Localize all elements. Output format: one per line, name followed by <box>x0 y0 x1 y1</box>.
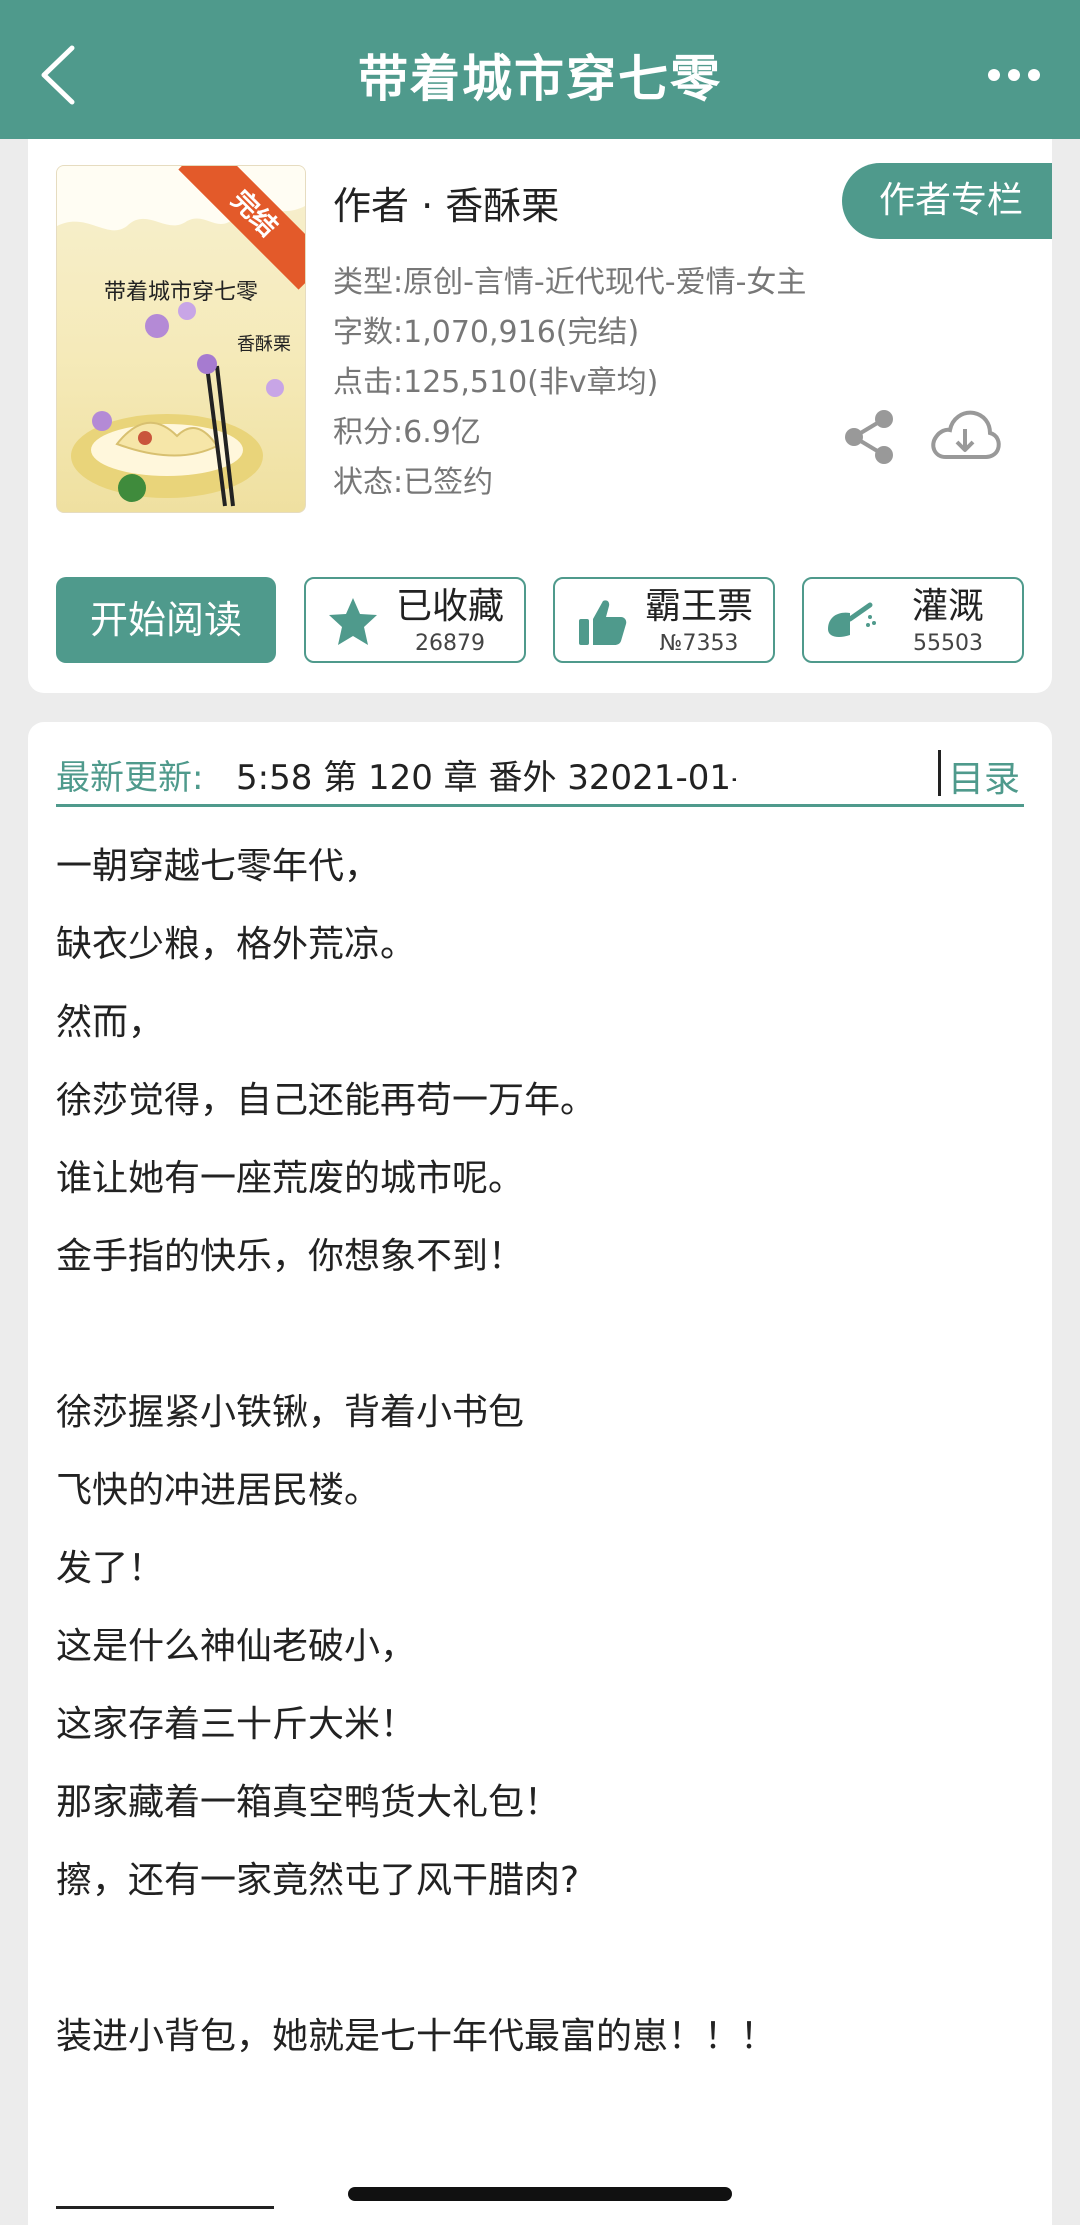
synopsis-card: 最新更新: 5:58 第 120 章 番外 32021-01-04 12 目录 … <box>28 722 1052 2225</box>
meta-word-count: 字数:1,070,916(完结) <box>333 315 640 350</box>
top-nav-bar: 带着城市穿七零 <box>0 0 1080 139</box>
synopsis-line: 然而， <box>56 1002 165 1043</box>
star-icon <box>329 598 377 645</box>
meta-clicks: 点击:125,510(非v章均) <box>333 365 659 400</box>
favorite-button[interactable]: 已收藏 26879 <box>304 577 526 663</box>
synopsis-line: 装进小背包，她就是七十年代最富的崽！！！ <box>56 2016 777 2057</box>
page-title: 带着城市穿七零 <box>358 50 722 108</box>
book-cover[interactable]: 完结 带着城市穿七零 香酥栗 <box>56 165 306 513</box>
meta-status: 状态:已签约 <box>333 465 494 500</box>
synopsis-line: 一朝穿越七零年代， <box>56 846 381 887</box>
latest-update-text[interactable]: 5:58 第 120 章 番外 32021-01-04 12 <box>236 750 736 799</box>
synopsis-line: 缺衣少粮，格外荒凉。 <box>56 924 417 965</box>
cover-title: 带着城市穿七零 <box>103 280 258 305</box>
book-info-card: 完结 带着城市穿七零 香酥栗 作者 · 香酥栗 作者专栏 类型:原创-言情-近代… <box>28 139 1052 693</box>
section-divider <box>56 2206 274 2209</box>
latest-update-bar[interactable]: 最新更新: 5:58 第 120 章 番外 32021-01-04 12 目录 <box>56 742 1024 807</box>
cover-author: 香酥栗 <box>237 334 291 355</box>
synopsis-line: 擦，还有一家竟然屯了风干腊肉? <box>56 1860 580 1901</box>
vote-count: №7353 <box>659 631 739 656</box>
vote-label: 霸王票 <box>644 586 753 627</box>
synopsis-line: 这是什么神仙老破小， <box>56 1626 417 1667</box>
favorite-label: 已收藏 <box>395 586 504 627</box>
share-icon[interactable] <box>840 407 900 467</box>
synopsis-line: 徐莎觉得，自己还能再苟一万年。 <box>56 1080 597 1121</box>
synopsis-line: 那家藏着一箱真空鸭货大礼包！ <box>56 1782 561 1823</box>
thumbs-up-icon <box>579 600 627 645</box>
water-button[interactable]: 灌溉 55503 <box>802 577 1024 663</box>
synopsis-line: 这家存着三十斤大米！ <box>56 1704 417 1745</box>
watering-can-icon <box>828 602 876 637</box>
meta-genre: 类型:原创-言情-近代现代-爱情-女主 <box>333 265 807 300</box>
synopsis-line <box>56 1934 1016 2012</box>
cloud-download-icon[interactable] <box>928 405 1002 467</box>
synopsis-line: 发了！ <box>56 1548 165 1589</box>
synopsis-line: 谁让她有一座荒废的城市呢。 <box>56 1158 525 1199</box>
start-reading-button[interactable]: 开始阅读 <box>56 577 276 663</box>
vote-button[interactable]: 霸王票 №7353 <box>553 577 775 663</box>
synopsis-line <box>56 1310 1016 1388</box>
synopsis-text: 一朝穿越七零年代， 缺衣少粮，格外荒凉。 然而， 徐莎觉得，自己还能再苟一万年。… <box>56 842 1016 2090</box>
latest-update-label: 最新更新: <box>56 758 204 798</box>
author-column-button[interactable]: 作者专栏 <box>842 163 1052 239</box>
home-indicator[interactable] <box>348 2187 732 2201</box>
more-horizontal-icon[interactable] <box>984 60 1044 90</box>
table-of-contents-link[interactable]: 目录 <box>948 750 1020 802</box>
divider <box>938 750 941 796</box>
favorite-count: 26879 <box>415 631 485 656</box>
water-count: 55503 <box>913 631 983 656</box>
meta-score: 积分:6.9亿 <box>333 415 481 450</box>
synopsis-line: 飞快的冲进居民楼。 <box>56 1470 381 1511</box>
synopsis-line: 徐莎握紧小铁锹，背着小书包 <box>56 1392 525 1433</box>
author-name[interactable]: 作者 · 香酥栗 <box>333 175 559 230</box>
synopsis-line: 金手指的快乐，你想象不到！ <box>56 1236 525 1277</box>
water-label: 灌溉 <box>911 586 984 627</box>
